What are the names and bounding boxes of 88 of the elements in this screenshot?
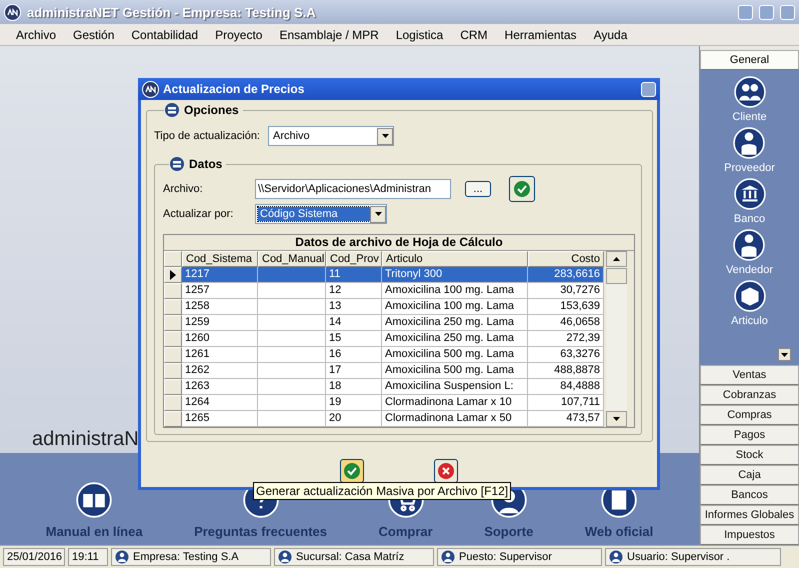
menu-item[interactable]: Ayuda <box>594 28 636 42</box>
dialog-title: Actualizacion de Precios <box>163 82 306 96</box>
section-button[interactable]: General <box>700 50 799 70</box>
tooltip: Generar actualización Masiva por Archivo [F12] <box>253 482 512 500</box>
menu-item[interactable]: Ensamblaje / MPR <box>279 28 387 42</box>
field-label: Actualizar por: <box>163 208 234 220</box>
table-cell: 63,3276 <box>528 347 604 363</box>
table-cell: 30,7276 <box>528 283 604 299</box>
status-text: Empresa: Testing S.A <box>133 551 239 563</box>
table-cell: 1263 <box>182 379 258 395</box>
sidebar-item[interactable]: Cliente <box>732 111 767 124</box>
status-text: Puesto: Supervisor <box>459 551 552 563</box>
status-text: Sucursal: Casa Matríz <box>296 551 404 563</box>
table-cell: 11 <box>326 267 382 283</box>
section-button[interactable]: Stock <box>700 445 799 465</box>
table-cell: 153,639 <box>528 299 604 315</box>
section-button[interactable]: Pagos <box>700 425 799 445</box>
status-text: 19:11 <box>72 551 99 563</box>
menu-item[interactable]: Gestión <box>73 28 122 42</box>
table-cell: 1260 <box>182 331 258 347</box>
table-cell: Amoxicilina 250 mg. Lama <box>382 315 528 331</box>
table-cell: 1265 <box>182 411 258 427</box>
menu-item[interactable]: Contabilidad <box>131 28 206 42</box>
column-header[interactable]: Costo <box>528 251 604 267</box>
table-cell: 15 <box>326 331 382 347</box>
section-button[interactable]: Cobranzas <box>700 385 799 405</box>
table-cell: 17 <box>326 363 382 379</box>
status-text: 25/01/2016 <box>7 551 62 563</box>
group-title: Opciones <box>184 103 239 117</box>
update-by-dropdown[interactable]: Código Sistema <box>255 204 387 224</box>
menu-item[interactable]: Herramientas <box>504 28 585 42</box>
section-button[interactable]: Impuestos <box>700 525 799 545</box>
sidebar-item[interactable]: Banco <box>734 213 766 226</box>
menu-item[interactable]: Proyecto <box>215 28 270 42</box>
table-cell: 1264 <box>182 395 258 411</box>
table-cell: 283,6616 <box>528 267 604 283</box>
sidebar-item[interactable]: Articulo <box>731 315 768 328</box>
table-cell: Amoxicilina 500 mg. Lama <box>382 363 528 379</box>
table-cell: 473,57 <box>528 411 604 427</box>
sidebar-item[interactable]: Proveedor <box>724 162 775 175</box>
table-cell: Amoxicilina Suspension L: <box>382 379 528 395</box>
group-title: Datos <box>189 157 222 171</box>
column-header[interactable]: Articulo <box>382 251 528 267</box>
sidebar-item[interactable]: Vendedor <box>726 264 774 277</box>
section-button[interactable]: Bancos <box>700 485 799 505</box>
table-cell: 20 <box>326 411 382 427</box>
menu-item[interactable]: CRM <box>460 28 496 42</box>
column-header[interactable]: Cod_Sistema <box>182 251 258 267</box>
table-cell: Clormadinona Lamar x 50 <box>382 411 528 427</box>
menu-item[interactable]: Logistica <box>396 28 452 42</box>
menu-item[interactable]: Archivo <box>16 28 64 42</box>
browse-button[interactable]: ... <box>465 181 491 197</box>
table-cell: 46,0658 <box>528 315 604 331</box>
table-cell: 1262 <box>182 363 258 379</box>
file-path-field[interactable]: \\Servidor\Aplicaciones\Administran <box>255 179 451 199</box>
table-cell: 84,4888 <box>528 379 604 395</box>
table-cell: 107,711 <box>528 395 604 411</box>
column-header[interactable]: Cod_Prov <box>326 251 382 267</box>
table-cell: 1261 <box>182 347 258 363</box>
table-cell: 14 <box>326 315 382 331</box>
table-cell: Clormadinona Lamar x 10 <box>382 395 528 411</box>
field-label: Archivo: <box>163 183 204 195</box>
table-cell: 1258 <box>182 299 258 315</box>
table-cell: 1257 <box>182 283 258 299</box>
table-cell: 13 <box>326 299 382 315</box>
table-cell: Amoxicilina 250 mg. Lama <box>382 331 528 347</box>
table-cell: 19 <box>326 395 382 411</box>
section-button[interactable]: Caja <box>700 465 799 485</box>
table-cell: 16 <box>326 347 382 363</box>
section-button[interactable]: Informes Globales <box>700 505 799 525</box>
table-cell: Tritonyl 300 <box>382 267 528 283</box>
table-cell: 18 <box>326 379 382 395</box>
table-cell: Amoxicilina 100 mg. Lama <box>382 283 528 299</box>
field-label: Tipo de actualización: <box>154 130 258 142</box>
column-header[interactable]: Cod_Manual <box>258 251 326 267</box>
table-cell: Amoxicilina 500 mg. Lama <box>382 347 528 363</box>
table-cell: 12 <box>326 283 382 299</box>
table-cell: 1217 <box>182 267 258 283</box>
status-text: Usuario: Supervisor . <box>627 551 730 563</box>
window-title: administraNET Gestión - Empresa: Testing S.A <box>27 4 317 20</box>
table-cell: 272,39 <box>528 331 604 347</box>
table-cell: Amoxicilina 100 mg. Lama <box>382 299 528 315</box>
logo-text: administraN <box>32 428 139 451</box>
section-button[interactable]: Compras <box>700 405 799 425</box>
table-cell: 488,8878 <box>528 363 604 379</box>
table-cell: 1259 <box>182 315 258 331</box>
type-dropdown[interactable]: Archivo <box>268 126 394 146</box>
section-button[interactable]: Ventas <box>700 365 799 385</box>
